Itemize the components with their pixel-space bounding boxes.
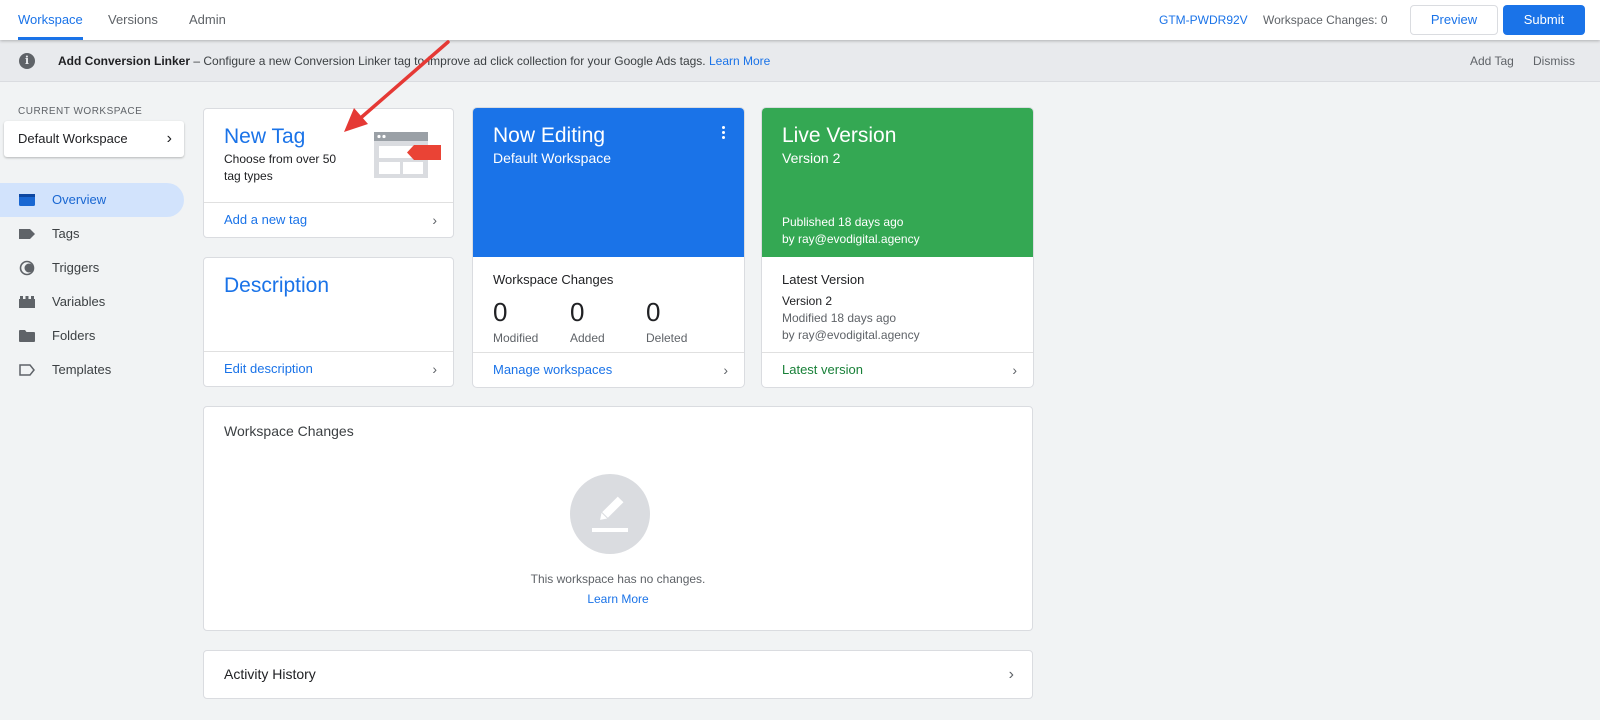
container-id-link[interactable]: GTM-PWDR92V — [1159, 0, 1248, 40]
stat-deleted: 0 Deleted — [646, 297, 716, 345]
stat-deleted-value: 0 — [646, 297, 661, 327]
activity-history-title: Activity History — [224, 666, 316, 682]
chevron-right-icon: › — [1012, 362, 1017, 378]
chevron-right-icon: › — [723, 362, 728, 378]
chevron-right-icon: › — [1008, 666, 1014, 683]
latest-version-label: Latest version — [782, 362, 863, 377]
sidebar-item-variables[interactable]: Variables — [0, 285, 184, 319]
chevron-right-icon: › — [432, 212, 437, 228]
top-bar: Workspace Versions Admin GTM-PWDR92V Wor… — [0, 0, 1600, 40]
workspace-selector[interactable]: Default Workspace › — [4, 121, 184, 157]
description-title: Description — [224, 274, 330, 297]
sidebar-item-triggers[interactable]: Triggers — [0, 251, 184, 285]
empty-state-illustration — [570, 474, 650, 554]
empty-state-learn-more-link[interactable]: Learn More — [204, 592, 1032, 606]
template-icon — [19, 364, 35, 376]
latest-version-title: Latest Version — [782, 272, 865, 287]
published-date: Published 18 days ago — [782, 215, 904, 229]
manage-workspaces-link[interactable]: Manage workspaces › — [473, 352, 744, 387]
activity-history-card[interactable]: Activity History › — [203, 650, 1033, 699]
sidebar-item-label: Templates — [52, 362, 112, 377]
now-editing-card: Now Editing Default Workspace Workspace … — [473, 108, 744, 387]
description-card: Description Edit description › — [203, 257, 454, 387]
sidebar-item-overview[interactable]: Overview — [0, 183, 184, 217]
current-workspace-label: CURRENT WORKSPACE — [18, 106, 143, 117]
live-version-header: Live Version Version 2 Published 18 days… — [762, 108, 1033, 257]
info-icon: i — [19, 53, 35, 69]
stat-modified-label: Modified — [493, 331, 539, 345]
latest-version-author: by ray@evodigital.agency — [782, 328, 920, 342]
tab-workspace[interactable]: Workspace — [18, 0, 83, 40]
latest-version-link[interactable]: Latest version › — [762, 352, 1033, 387]
preview-button[interactable]: Preview — [1410, 5, 1498, 35]
live-version-title: Live Version — [782, 124, 897, 147]
manage-workspaces-label: Manage workspaces — [493, 362, 613, 377]
latest-version-modified: Modified 18 days ago — [782, 311, 897, 325]
workspace-changes-card: Workspace Changes This workspace has no … — [203, 406, 1033, 631]
published-by: by ray@evodigital.agency — [782, 232, 920, 246]
sidebar-item-templates[interactable]: Templates — [0, 353, 184, 387]
sidebar-item-tags[interactable]: Tags — [0, 217, 184, 251]
tab-versions[interactable]: Versions — [108, 0, 158, 40]
variables-icon — [19, 296, 35, 308]
chevron-right-icon: › — [432, 361, 437, 377]
now-editing-header: Now Editing Default Workspace — [473, 108, 744, 257]
stat-modified-value: 0 — [493, 297, 508, 327]
add-tag-action[interactable]: Add Tag — [1470, 40, 1514, 82]
sidebar-item-folders[interactable]: Folders — [0, 319, 184, 353]
overview-icon — [19, 194, 35, 206]
annotation-arrow-icon — [344, 40, 450, 132]
sidebar-item-label: Overview — [52, 192, 107, 207]
add-new-tag-link[interactable]: Add a new tag › — [204, 202, 453, 237]
now-editing-workspace: Default Workspace — [493, 150, 612, 166]
sidebar-item-label: Folders — [52, 328, 96, 343]
now-editing-title: Now Editing — [493, 124, 606, 147]
new-tag-subtitle: Choose from over 50 tag types — [224, 151, 336, 185]
tag-illustration-icon — [374, 132, 441, 178]
tag-icon — [19, 229, 35, 239]
stat-added: 0 Added — [570, 297, 640, 345]
notification-bar: i Add Conversion Linker – Configure a ne… — [0, 40, 1600, 82]
sidebar-item-label: Tags — [52, 226, 80, 241]
new-tag-subtitle-line1: Choose from over 50 — [224, 152, 337, 166]
submit-button[interactable]: Submit — [1503, 5, 1585, 35]
edit-description-label: Edit description — [224, 361, 313, 376]
new-tag-subtitle-line2: tag types — [224, 169, 273, 183]
stat-added-label: Added — [570, 331, 605, 345]
edit-pencil-icon — [592, 496, 628, 532]
tab-admin[interactable]: Admin — [189, 0, 226, 40]
trigger-icon — [19, 260, 35, 276]
stat-deleted-label: Deleted — [646, 331, 688, 345]
live-version-card: Live Version Version 2 Published 18 days… — [762, 108, 1033, 387]
workspace-changes-title: Workspace Changes — [224, 423, 354, 439]
workspace-changes-subtitle: Workspace Changes — [493, 272, 614, 287]
more-options-icon[interactable] — [722, 126, 726, 140]
dismiss-action[interactable]: Dismiss — [1533, 40, 1575, 82]
notification-learn-more-link[interactable]: Learn More — [709, 54, 770, 68]
stat-modified: 0 Modified — [493, 297, 563, 345]
workspace-name: Default Workspace — [18, 131, 128, 146]
chevron-right-icon: › — [166, 130, 172, 147]
new-tag-title: New Tag — [224, 125, 306, 148]
stat-added-value: 0 — [570, 297, 585, 327]
edit-description-link[interactable]: Edit description › — [204, 351, 453, 386]
add-new-tag-label: Add a new tag — [224, 212, 308, 227]
notification-title: Add Conversion Linker — [58, 54, 191, 68]
latest-version-number: Version 2 — [782, 294, 833, 308]
empty-state-text: This workspace has no changes. — [530, 572, 706, 586]
sidebar-item-label: Variables — [52, 294, 106, 309]
live-version-number: Version 2 — [782, 150, 841, 166]
workspace-changes-count: Workspace Changes: 0 — [1263, 13, 1388, 27]
sidebar-item-label: Triggers — [52, 260, 100, 275]
folder-icon — [19, 330, 35, 342]
